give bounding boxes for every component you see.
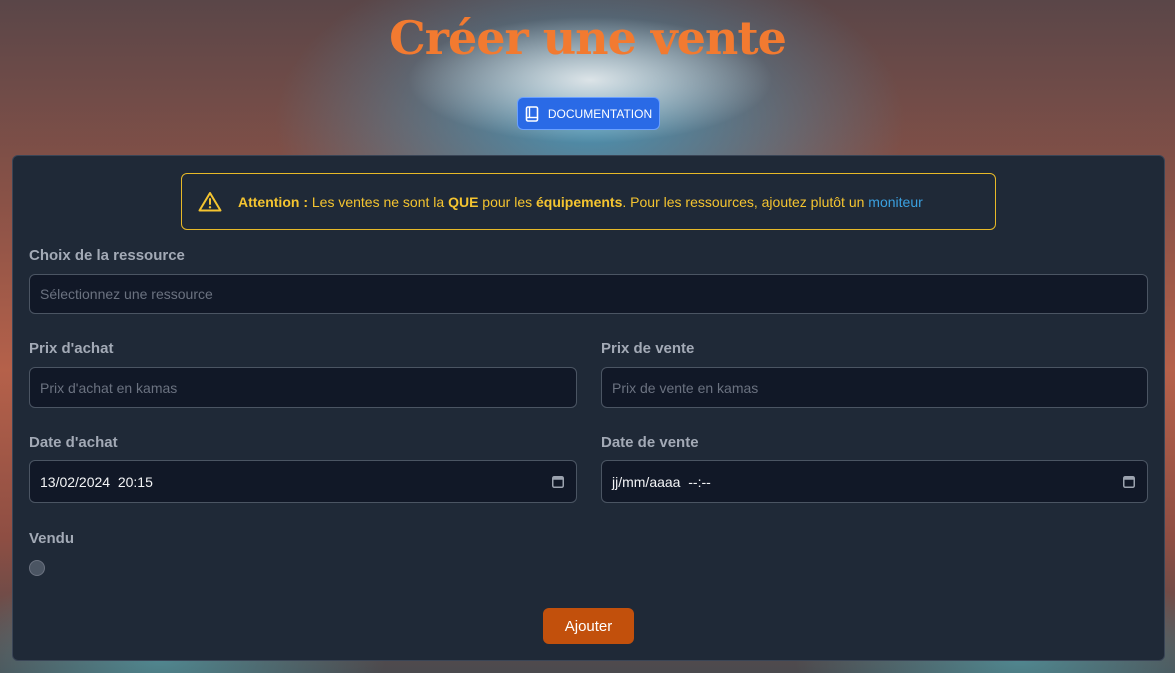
alert-emphasis-que: QUE — [448, 193, 479, 210]
alert-text: Les ventes ne sont la — [307, 193, 449, 210]
sale-price-label: Prix de vente — [601, 340, 695, 357]
moniteur-link[interactable]: moniteur — [868, 194, 922, 210]
add-button[interactable]: Ajouter — [543, 608, 634, 644]
purchase-date-value: 13/02/2024 20:15 — [40, 473, 153, 490]
warning-alert: Attention : Les ventes ne sont la QUE po… — [181, 173, 996, 230]
sale-form-card: Attention : Les ventes ne sont la QUE po… — [12, 155, 1165, 661]
sale-price-input[interactable] — [601, 367, 1148, 408]
sale-date-input[interactable]: jj/mm/aaaa --:-- — [601, 460, 1148, 503]
alert-emphasis-equipements: équipements — [536, 193, 623, 210]
purchase-date-input[interactable]: 13/02/2024 20:15 — [29, 460, 577, 503]
alert-text: . Pour les ressources, ajoutez plutôt un — [622, 193, 869, 210]
alert-title: Attention : — [238, 193, 308, 210]
resource-label: Choix de la ressource — [29, 247, 185, 264]
calendar-icon[interactable] — [552, 475, 564, 488]
purchase-date-label: Date d'achat — [29, 434, 118, 451]
sold-toggle[interactable] — [29, 560, 45, 576]
book-icon — [525, 105, 539, 122]
documentation-button[interactable]: DOCUMENTATION — [517, 97, 660, 130]
sale-date-value: jj/mm/aaaa --:-- — [612, 473, 711, 490]
resource-select[interactable] — [29, 274, 1148, 314]
purchase-price-input[interactable] — [29, 367, 577, 408]
warning-triangle-icon — [198, 192, 222, 212]
alert-text: pour les — [478, 193, 537, 210]
documentation-button-label: DOCUMENTATION — [547, 106, 653, 121]
calendar-icon[interactable] — [1123, 475, 1135, 488]
purchase-price-label: Prix d'achat — [29, 340, 114, 357]
sold-label: Vendu — [29, 530, 75, 547]
page-title: Créer une vente — [389, 11, 787, 65]
sale-date-label: Date de vente — [601, 434, 699, 451]
